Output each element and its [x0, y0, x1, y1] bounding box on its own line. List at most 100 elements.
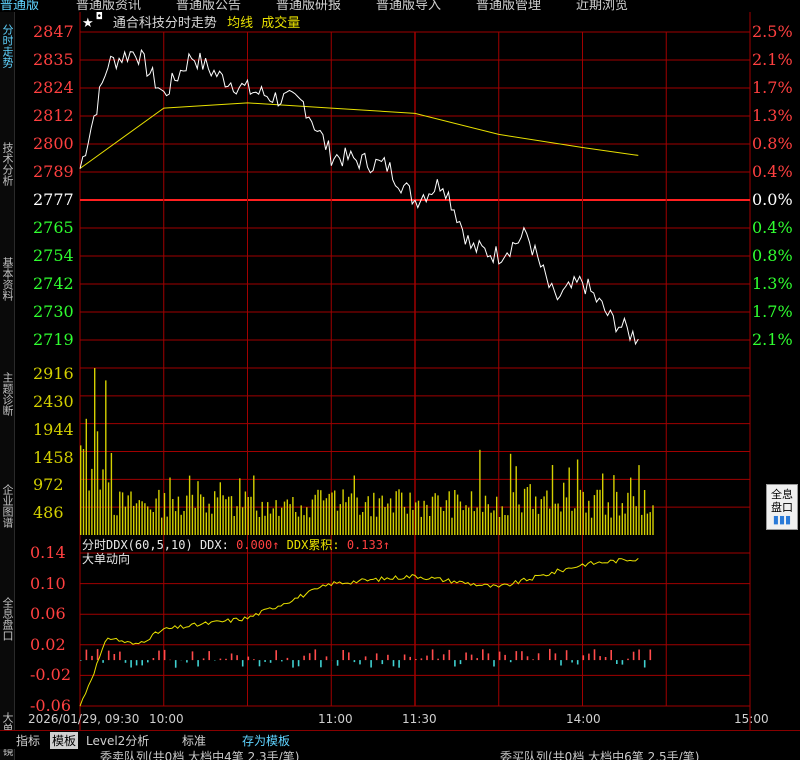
volume-bar: [102, 469, 104, 535]
volume-bar: [593, 495, 596, 535]
ddx-bar: [493, 660, 495, 667]
volume-bar: [322, 500, 325, 535]
volume-bar: [415, 502, 417, 535]
volume-bar: [610, 517, 612, 535]
ddx-bar: [392, 660, 395, 667]
flag-icon[interactable]: ◘: [96, 12, 103, 22]
volume-bar: [635, 506, 637, 535]
time-tick-label: 15:00: [734, 712, 769, 726]
avg-line-label[interactable]: 均线: [227, 16, 253, 31]
volume-bar: [350, 493, 353, 535]
tab-standard[interactable]: 标准: [180, 732, 208, 749]
volume-bar: [367, 496, 369, 535]
quick-orderbook-button[interactable]: 全息 盘口 ▮▮▮: [766, 484, 798, 530]
volume-bar: [295, 512, 297, 535]
volume-bar: [507, 515, 509, 535]
ddx-bar: [348, 652, 350, 661]
volume-bar: [616, 491, 618, 535]
ddx-bar: [476, 658, 478, 661]
ddx-bar: [532, 659, 534, 661]
star-icon[interactable]: ★: [82, 16, 94, 31]
volume-bar: [158, 489, 160, 535]
volume-bar: [286, 499, 288, 535]
volume-bar: [172, 499, 174, 535]
volume-bar: [370, 516, 372, 535]
ddx-bar: [308, 653, 311, 661]
ddx-bar: [336, 660, 339, 666]
volume-bar: [459, 501, 462, 535]
volume-bar: [113, 514, 115, 535]
volume-bar: [320, 490, 322, 535]
volume-bar: [423, 500, 425, 535]
volume-bar: [141, 501, 143, 535]
volume-bar: [613, 475, 615, 535]
ddx-bar: [431, 649, 434, 661]
volume-bar: [121, 492, 124, 535]
ddx-bar: [147, 660, 149, 663]
ddx-bar: [208, 651, 210, 661]
percent-tick-label: 1.3%: [752, 106, 793, 125]
price-tick-label: 2835: [33, 50, 74, 69]
ddx-bar: [353, 660, 356, 663]
intraday-chart[interactable]: [0, 0, 800, 760]
time-tick-label: 10:00: [149, 712, 184, 726]
volume-bar: [119, 491, 121, 535]
ddx-bar: [632, 651, 635, 661]
volume-bar: [138, 500, 140, 535]
volume-bar: [649, 512, 651, 535]
ddx-tick-label: 0.06: [30, 604, 66, 624]
ddx-bar: [107, 650, 110, 661]
volume-bar: [275, 500, 277, 535]
volume-tick-label: 1944: [33, 419, 74, 439]
volume-bar: [303, 515, 305, 535]
volume-bar: [456, 494, 459, 535]
ddx-bar: [509, 660, 512, 663]
volume-bar: [180, 514, 182, 535]
ddx-bar: [465, 652, 467, 661]
volume-bar: [515, 466, 517, 535]
volume-bar: [437, 495, 439, 535]
volume-label[interactable]: 成交量: [261, 16, 300, 31]
ddx-bar: [130, 660, 132, 668]
ddx-bar: [571, 660, 573, 663]
tab-save-template[interactable]: 存为模板: [240, 732, 292, 749]
ddx-tick-label: 0.14: [30, 543, 66, 562]
volume-bar: [308, 517, 311, 535]
ddx-bar: [370, 660, 372, 668]
ddx-bar: [80, 660, 82, 661]
volume-bar: [334, 490, 336, 535]
volume-bar: [535, 496, 537, 535]
ddx-bar: [470, 654, 473, 661]
volume-bar: [110, 453, 113, 535]
ddx-bar: [359, 660, 361, 665]
volume-bar: [356, 497, 358, 535]
ddx-bar: [297, 660, 300, 667]
volume-bar: [426, 504, 428, 535]
volume-tick-label: 972: [33, 475, 64, 495]
ddx-bar: [264, 660, 266, 662]
volume-bar: [144, 503, 146, 535]
ddx-bar: [225, 658, 227, 661]
tab-template[interactable]: 模板: [50, 732, 79, 749]
volume-bar: [493, 510, 495, 535]
volume-bar: [107, 482, 110, 535]
ddx-bar: [515, 651, 518, 661]
tab-indicator[interactable]: 指标: [14, 732, 42, 749]
volume-bar: [306, 507, 308, 535]
tab-level2[interactable]: Level2分析: [84, 732, 151, 749]
volume-bar: [174, 511, 177, 535]
quick-button-line1: 全息: [771, 488, 793, 501]
ddx-bar: [342, 650, 344, 661]
volume-bar: [618, 515, 621, 535]
ddx-bar: [281, 660, 283, 662]
volume-bar: [336, 510, 339, 535]
ddx-bar: [454, 660, 456, 667]
volume-bar: [225, 499, 227, 535]
ddx-bar: [426, 655, 428, 661]
ddx-bar: [113, 654, 116, 661]
volume-bar: [529, 484, 531, 535]
ddx-bars: [80, 648, 652, 668]
volume-bar: [297, 516, 300, 535]
ddx-bar: [174, 660, 177, 668]
volume-bar: [278, 515, 280, 535]
